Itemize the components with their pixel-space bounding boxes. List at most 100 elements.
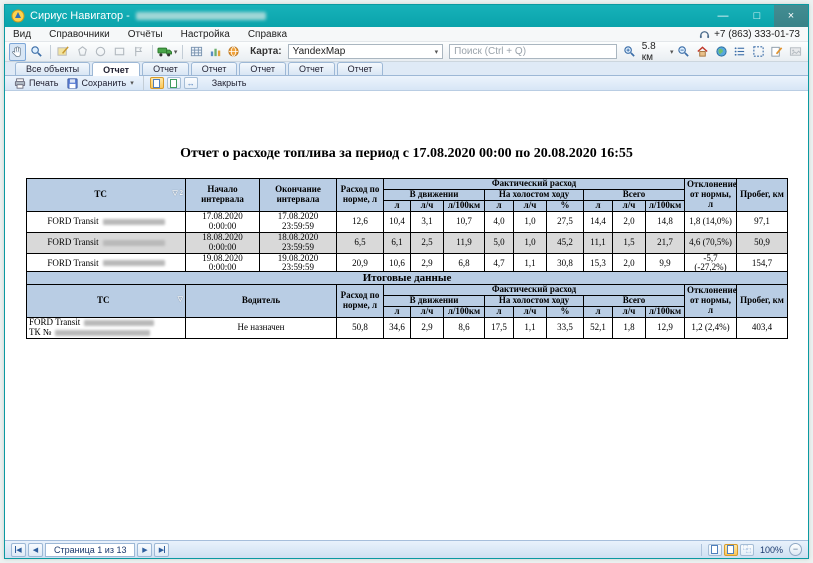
summary-value-cell: 17,5 <box>485 318 514 339</box>
col-header-norm[interactable]: Расход по норме, л <box>337 285 384 318</box>
data-cell: 18.08.2020 23:59:59 <box>260 232 337 253</box>
summary-value-cell: 1,1 <box>514 318 547 339</box>
map-select-caret: ▾ <box>435 48 439 56</box>
zoom-in-button[interactable] <box>621 43 638 61</box>
data-cell: 12,6 <box>337 212 384 233</box>
menu-directories[interactable]: Справочники <box>49 29 110 40</box>
status-bar: ◀ ◀ Страница 1 из 13 ▶ ▶ ⿻ 100% − <box>5 540 808 558</box>
circle-tool-button[interactable] <box>93 43 110 61</box>
menu-view[interactable]: Вид <box>13 29 31 40</box>
col-header-vehicle[interactable]: ТС▽ <box>27 285 186 318</box>
col-header-norm[interactable]: Расход по норме, л <box>337 179 384 212</box>
whole-page-button[interactable] <box>167 77 181 89</box>
minimize-button[interactable]: — <box>706 5 740 27</box>
data-cell: 97,1 <box>737 212 788 233</box>
vehicles-button[interactable]: ▾ <box>157 43 177 61</box>
data-cell: 6,1 <box>384 232 411 253</box>
col-header-mileage[interactable]: Пробег, км <box>737 285 788 318</box>
first-page-button[interactable]: ◀ <box>11 543 26 557</box>
tab-report-active[interactable]: Отчет <box>92 62 140 76</box>
data-cell: 45,2 <box>547 232 584 253</box>
snapshot-button[interactable] <box>787 43 804 61</box>
print-label: Печать <box>29 78 58 88</box>
save-dropdown-caret[interactable]: ▾ <box>130 79 134 87</box>
unit-lh: л/ч <box>613 201 646 212</box>
data-cell: 18.08.2020 0:00:00 <box>186 232 260 253</box>
title-bar: Сириус Навигатор - — □ × <box>5 5 808 27</box>
map-provider-select[interactable]: YandexMap ▾ <box>288 44 444 59</box>
polygon-tool-button[interactable] <box>74 43 91 61</box>
tab-all-objects[interactable]: Все объекты <box>15 62 90 75</box>
zoom-out-control[interactable]: − <box>789 543 802 556</box>
table-view-button[interactable] <box>188 43 205 61</box>
col-header-vehicle[interactable]: ТС▽ 2 <box>27 179 186 212</box>
data-cell: 21,7 <box>646 232 685 253</box>
unit-pct: % <box>547 307 584 318</box>
data-cell: 4,0 <box>485 212 514 233</box>
col-header-deviation[interactable]: Отклонение от нормы, л <box>685 285 737 318</box>
app-icon <box>11 9 25 23</box>
close-report-button[interactable]: Закрыть <box>209 78 250 88</box>
summary-mileage-cell: 403,4 <box>737 318 788 339</box>
circle-icon <box>94 45 107 58</box>
report-toolbar: Печать Сохранить ▾ ↔ Закрыть <box>5 76 808 91</box>
menu-reports[interactable]: Отчёты <box>128 29 163 40</box>
save-button[interactable]: Сохранить ▾ <box>64 78 136 89</box>
scale-caret[interactable]: ▾ <box>670 48 674 56</box>
col-header-mileage[interactable]: Пробег, км <box>737 179 788 212</box>
col-header-interval-start[interactable]: Начало интервала <box>186 179 260 212</box>
view-page-layout-button[interactable] <box>724 544 738 556</box>
table-row: FORD Transit18.08.2020 0:00:0018.08.2020… <box>27 232 788 253</box>
rectangle-tool-button[interactable] <box>111 43 128 61</box>
page-indicator: Страница 1 из 13 <box>45 543 135 557</box>
unit-l100: л/100км <box>444 201 485 212</box>
summary-driver-cell: Не назначен <box>186 318 337 339</box>
world-map-button[interactable] <box>713 43 730 61</box>
sort-indicator: ▽ <box>178 296 183 304</box>
tab-report-6[interactable]: Отчет <box>337 62 384 75</box>
view-two-pages-button[interactable]: ⿻ <box>740 544 754 556</box>
route-tool-button[interactable] <box>130 43 147 61</box>
view-normal-button[interactable] <box>708 544 722 556</box>
unit-pct: % <box>547 201 584 212</box>
save-label: Сохранить <box>81 78 126 88</box>
zoom-tool-button[interactable] <box>28 43 45 61</box>
summary-value-cell: 33,5 <box>547 318 584 339</box>
data-cell: 11,9 <box>444 232 485 253</box>
main-toolbar: ▾ Карта: YandexMap ▾ Поиск (Ctrl + Q) 5.… <box>5 42 808 62</box>
object-list-button[interactable] <box>731 43 748 61</box>
menu-settings[interactable]: Настройка <box>181 29 230 40</box>
last-page-button[interactable]: ▶ <box>154 543 169 557</box>
menu-help[interactable]: Справка <box>248 29 287 40</box>
page-view-button[interactable] <box>150 77 164 89</box>
pan-tool-button[interactable] <box>9 43 26 61</box>
report-title: Отчет о расходе топлива за период с 17.0… <box>5 146 808 162</box>
world-globe-icon <box>715 45 728 58</box>
col-header-deviation[interactable]: Отклонение от нормы, л <box>685 179 737 212</box>
col-header-interval-end[interactable]: Окончание интервала <box>260 179 337 212</box>
tab-report-4[interactable]: Отчет <box>239 62 286 75</box>
next-page-button[interactable]: ▶ <box>137 543 152 557</box>
print-button[interactable]: Печать <box>11 78 61 89</box>
chart-view-button[interactable] <box>207 43 224 61</box>
online-map-button[interactable] <box>225 43 242 61</box>
unit-l100: л/100км <box>646 307 685 318</box>
col-group-moving: В движении <box>384 296 485 307</box>
col-header-driver[interactable]: Водитель <box>186 285 337 318</box>
select-area-button[interactable] <box>750 43 767 61</box>
maximize-button[interactable]: □ <box>740 5 774 27</box>
rectangle-icon <box>113 45 126 58</box>
tab-report-5[interactable]: Отчет <box>288 62 335 75</box>
search-input[interactable]: Поиск (Ctrl + Q) <box>449 44 617 59</box>
map-scale-value[interactable]: 5.8 км <box>642 41 665 63</box>
fit-width-button[interactable]: ↔ <box>184 77 198 89</box>
notes-button[interactable] <box>769 43 786 61</box>
home-button[interactable] <box>694 43 711 61</box>
zoom-out-button[interactable] <box>676 43 693 61</box>
prev-page-button[interactable]: ◀ <box>28 543 43 557</box>
data-cell: 1,0 <box>514 212 547 233</box>
tab-report-2[interactable]: Отчет <box>142 62 189 75</box>
tab-report-3[interactable]: Отчет <box>191 62 238 75</box>
edit-geozone-button[interactable] <box>55 43 72 61</box>
close-button[interactable]: × <box>774 5 808 27</box>
